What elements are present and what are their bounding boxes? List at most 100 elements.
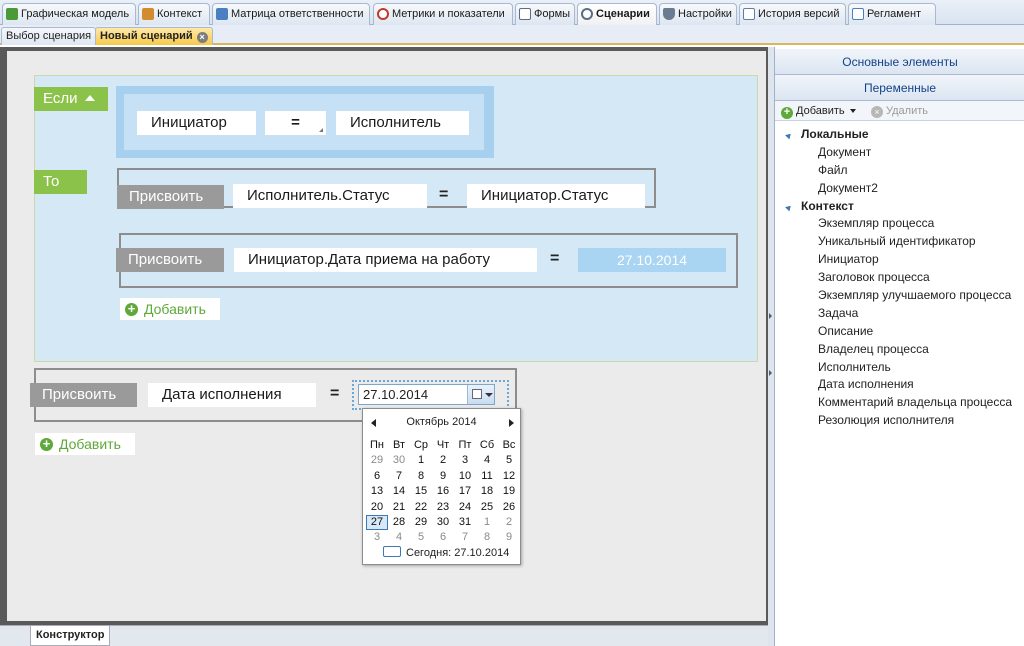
tab-constructor[interactable]: Конструктор: [30, 626, 111, 646]
tab-select-scenario[interactable]: Выбор сценария: [1, 27, 97, 45]
tree-item[interactable]: Комментарий владельца процесса: [775, 394, 1024, 412]
calendar-day[interactable]: 25: [476, 500, 498, 515]
tree-item[interactable]: Документ2: [775, 180, 1024, 198]
tree-item[interactable]: Описание: [775, 323, 1024, 341]
tree-item[interactable]: Инициатор: [775, 251, 1024, 269]
assign-value-field[interactable]: Инициатор.Статус: [467, 184, 645, 208]
main-elements-header[interactable]: Основные элементы: [775, 49, 1024, 75]
calendar-day[interactable]: 18: [476, 484, 498, 499]
condition-left-field[interactable]: Инициатор: [137, 111, 256, 135]
calendar-day[interactable]: 22: [410, 500, 432, 515]
tree-item[interactable]: Владелец процесса: [775, 341, 1024, 359]
next-month-icon[interactable]: [509, 419, 514, 427]
tree-item[interactable]: Экземпляр процесса: [775, 215, 1024, 233]
add-action-button[interactable]: + Добавить: [120, 298, 220, 320]
today-button[interactable]: Сегодня: 27.10.2014: [383, 546, 509, 560]
tree-item[interactable]: Исполнитель: [775, 359, 1024, 377]
tree-item[interactable]: Уникальный идентификатор: [775, 233, 1024, 251]
calendar-day[interactable]: 3: [454, 453, 476, 468]
calendar-day[interactable]: 30: [388, 453, 410, 468]
assign-button[interactable]: Присвоить: [116, 248, 224, 272]
assign-target-field[interactable]: Исполнитель.Статус: [233, 184, 427, 208]
calendar-day[interactable]: 30: [432, 515, 454, 530]
condition-right-field[interactable]: Исполнитель: [336, 111, 469, 135]
calendar-day-selected[interactable]: 27: [366, 514, 388, 531]
calendar-day[interactable]: 3: [366, 530, 388, 545]
add-variable-button[interactable]: + Добавить: [781, 101, 856, 121]
calendar-day[interactable]: 1: [410, 453, 432, 468]
tab-metrics[interactable]: Метрики и показатели: [373, 3, 513, 25]
tab-regulation[interactable]: Регламент: [848, 3, 936, 25]
calendar-day[interactable]: 2: [432, 453, 454, 468]
variables-header[interactable]: Переменные: [775, 75, 1024, 101]
calendar-day[interactable]: 5: [410, 530, 432, 545]
tab-version-history[interactable]: История версий: [739, 3, 846, 25]
calendar-day[interactable]: 17: [454, 484, 476, 499]
tab-forms[interactable]: Формы: [515, 3, 575, 25]
tree-item[interactable]: Дата исполнения: [775, 376, 1024, 394]
tree-item[interactable]: Заголовок процесса: [775, 269, 1024, 287]
calendar-day[interactable]: 4: [476, 453, 498, 468]
calendar-day[interactable]: 12: [498, 469, 520, 484]
calendar-day[interactable]: 7: [454, 530, 476, 545]
tree-group[interactable]: Контекст: [775, 198, 1024, 216]
calendar-day[interactable]: 24: [454, 500, 476, 515]
calendar-day[interactable]: 9: [432, 469, 454, 484]
calendar-day[interactable]: 20: [366, 500, 388, 515]
tab-graphic-model[interactable]: Графическая модель: [2, 3, 136, 25]
delete-variable-button[interactable]: × Удалить: [871, 101, 928, 121]
date-dropdown-button[interactable]: [467, 385, 494, 404]
calendar-day[interactable]: 9: [498, 530, 520, 545]
tree-item[interactable]: Документ: [775, 144, 1024, 162]
assign-button[interactable]: Присвоить: [117, 185, 224, 209]
calendar-day[interactable]: 28: [388, 515, 410, 530]
assign-date-value[interactable]: 27.10.2014: [578, 248, 726, 272]
assign-target-field[interactable]: Дата исполнения: [148, 383, 316, 407]
collapse-triangle-icon[interactable]: [85, 95, 96, 101]
calendar-day[interactable]: 16: [432, 484, 454, 499]
if-label[interactable]: Если: [34, 87, 108, 111]
tab-responsibility-matrix[interactable]: Матрица ответственности: [212, 3, 370, 25]
weekday-label: Чт: [436, 439, 450, 451]
tree-group[interactable]: Локальные: [775, 126, 1024, 144]
calendar-day[interactable]: 6: [366, 469, 388, 484]
calendar-day[interactable]: 29: [366, 453, 388, 468]
tab-scenarios[interactable]: Сценарии: [577, 3, 657, 26]
tab-context[interactable]: Контекст: [138, 3, 210, 25]
variables-toolbar: + Добавить × Удалить: [775, 101, 1024, 121]
calendar-day[interactable]: 8: [476, 530, 498, 545]
add-action-button[interactable]: + Добавить: [35, 433, 135, 455]
calendar-day[interactable]: 11: [476, 469, 498, 484]
assign-button[interactable]: Присвоить: [30, 383, 137, 407]
tree-item[interactable]: Экземпляр улучшаемого процесса: [775, 287, 1024, 305]
calendar-day[interactable]: 29: [410, 515, 432, 530]
tree-item[interactable]: Задача: [775, 305, 1024, 323]
tree-item[interactable]: Резолюция исполнителя: [775, 412, 1024, 430]
assign-target-field[interactable]: Инициатор.Дата приема на работу: [234, 248, 537, 272]
then-label[interactable]: То: [34, 170, 87, 194]
calendar-day[interactable]: 19: [498, 484, 520, 499]
expand-triangle-icon[interactable]: [785, 203, 793, 211]
calendar-day[interactable]: 10: [454, 469, 476, 484]
calendar-day[interactable]: 23: [432, 500, 454, 515]
condition-operator-select[interactable]: =: [265, 111, 326, 135]
calendar-day[interactable]: 31: [454, 515, 476, 530]
tab-settings[interactable]: Настройки: [659, 3, 737, 25]
expand-triangle-icon[interactable]: [785, 131, 793, 140]
calendar-day[interactable]: 14: [388, 484, 410, 499]
tab-new-scenario[interactable]: Новый сценарий ×: [95, 27, 213, 45]
tab-label: Метрики и показатели: [392, 8, 505, 20]
calendar-day[interactable]: 15: [410, 484, 432, 499]
close-icon[interactable]: ×: [196, 32, 208, 43]
calendar-day[interactable]: 13: [366, 484, 388, 499]
calendar-day[interactable]: 21: [388, 500, 410, 515]
calendar-day[interactable]: 5: [498, 453, 520, 468]
calendar-day[interactable]: 6: [432, 530, 454, 545]
calendar-day[interactable]: 2: [498, 515, 520, 530]
calendar-day[interactable]: 1: [476, 515, 498, 530]
calendar-day[interactable]: 4: [388, 530, 410, 545]
calendar-day[interactable]: 8: [410, 469, 432, 484]
tree-item[interactable]: Файл: [775, 162, 1024, 180]
calendar-day[interactable]: 7: [388, 469, 410, 484]
calendar-day[interactable]: 26: [498, 500, 520, 515]
